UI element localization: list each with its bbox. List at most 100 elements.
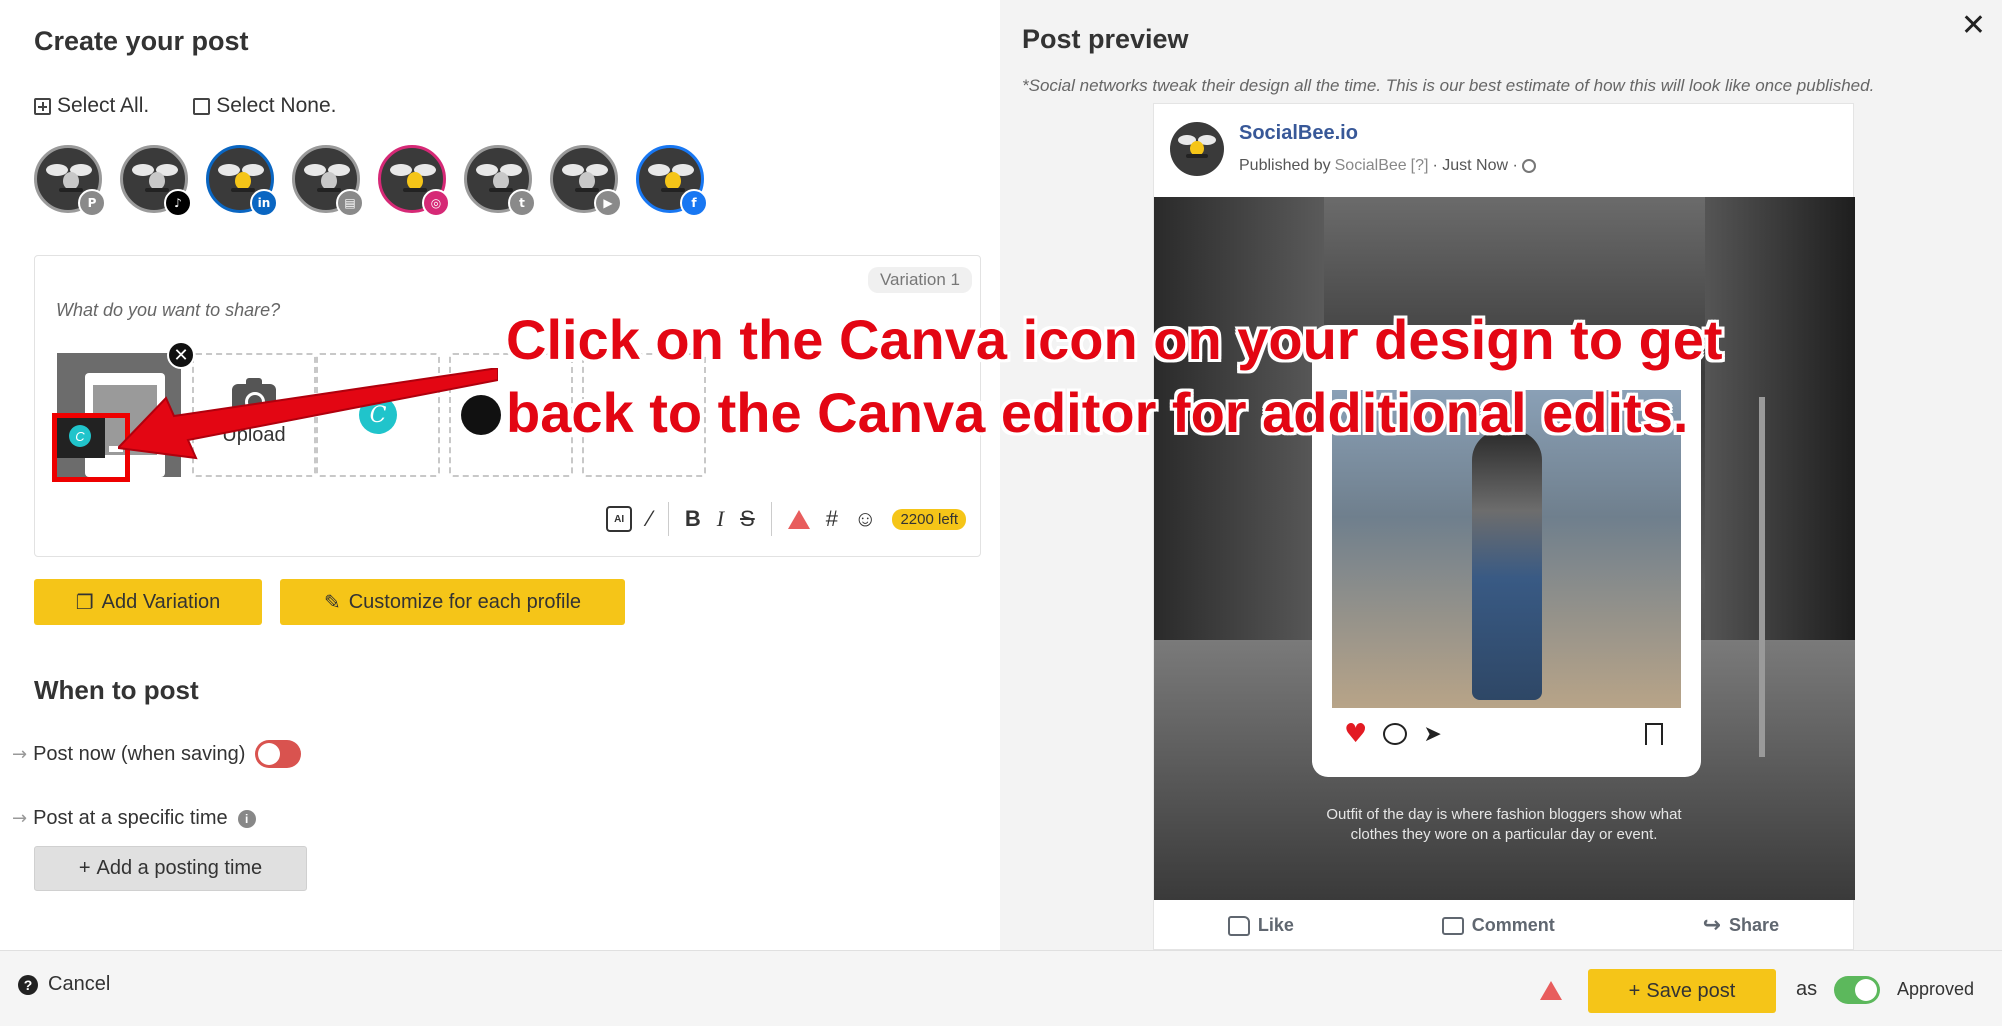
profile-avatar-linkedin[interactable]: in (206, 145, 278, 217)
warning-icon[interactable] (787, 509, 810, 529)
magic-wand-icon[interactable]: ⁄ (648, 508, 652, 530)
profile-avatar-tiktok[interactable]: ♪ (120, 145, 192, 217)
send-icon: ➤ (1423, 721, 1442, 747)
profile-avatar-instagram[interactable]: ◎ (378, 145, 450, 217)
add-posting-time-button[interactable]: + Add a posting time (34, 846, 307, 891)
post-meta: Published by SocialBee [?] · Just Now · (1239, 157, 1536, 175)
page-name[interactable]: SocialBee.io (1239, 122, 1358, 145)
arrow-right-icon: → (12, 743, 28, 765)
post-text-input[interactable]: What do you want to share? (56, 300, 280, 321)
info-icon[interactable]: i (237, 809, 256, 828)
composer-title: Create your post (34, 26, 249, 56)
post-now-toggle[interactable] (255, 740, 302, 768)
customize-label: Customize for each profile (348, 590, 582, 613)
linkedin-icon: in (250, 189, 278, 217)
bookmark-icon (1645, 723, 1663, 745)
add-variation-button[interactable]: ❐ Add Variation (34, 579, 262, 625)
like-label: Like (1257, 915, 1294, 935)
page-avatar (1170, 122, 1224, 176)
image-caption: Outfit of the day is where fashion blogg… (1326, 806, 1682, 844)
share-icon: ↪ (1702, 913, 1722, 938)
ai-assistant-icon[interactable]: AI (606, 506, 633, 532)
select-row: Select All. Select None. (34, 94, 336, 118)
customize-profile-button[interactable]: ✎ Customize for each profile (280, 579, 625, 625)
editor-toolbar: AI ⁄ B I S # ☺ 2200 left (606, 502, 966, 536)
profile-avatar-facebook[interactable]: f (636, 145, 708, 217)
like-button[interactable]: Like (1227, 915, 1294, 936)
youtube-icon: ▶ (594, 189, 622, 217)
cancel-button[interactable]: ? Cancel (18, 973, 110, 996)
remove-media-button[interactable]: ✕ (167, 341, 195, 369)
building-right (1705, 197, 1855, 717)
street-lamp (1759, 397, 1765, 757)
twitter-icon: t (508, 189, 536, 217)
toolbar-divider (667, 502, 669, 536)
post-image: ♥ ➤ Outfit of the day is where fashion b… (1154, 197, 1855, 900)
comment-label: Comment (1471, 915, 1555, 935)
when-to-post-title: When to post (34, 675, 199, 705)
profile-selector: P ♪ in ▤ ◎ t ▶ f (34, 145, 708, 217)
profile-avatar-google-business[interactable]: ▤ (292, 145, 364, 217)
arrow-right-icon: → (12, 808, 28, 829)
select-all-button[interactable]: Select All. (34, 94, 149, 118)
published-by-name: SocialBee (1334, 157, 1407, 174)
tiktok-icon: ♪ (164, 189, 192, 217)
post-actions: Like Comment ↪ Share (1154, 900, 1853, 951)
italic-button[interactable]: I (717, 508, 724, 530)
save-post-button[interactable]: + Save post (1588, 969, 1776, 1013)
add-posting-time-label: Add a posting time (96, 857, 263, 879)
pencil-icon: ✎ (323, 591, 341, 614)
pinterest-icon: P (78, 189, 106, 217)
instagram-icon: ◎ (422, 189, 450, 217)
bottom-bar: ? Cancel + Save post as Approved (0, 950, 2002, 1026)
share-label: Share (1729, 915, 1780, 935)
comment-bubble-icon (1383, 723, 1408, 745)
post-specific-option: → Post at a specific time i (12, 807, 256, 830)
square-icon (193, 97, 211, 115)
warning-icon[interactable] (1540, 981, 1562, 1000)
preview-panel: ✕ Post preview *Social networks tweak th… (1000, 0, 2002, 950)
profile-avatar-twitter[interactable]: t (464, 145, 536, 217)
annotation-text: Click on the Canva icon on your design t… (506, 308, 1723, 444)
profile-avatar-youtube[interactable]: ▶ (550, 145, 622, 217)
char-counter: 2200 left (892, 508, 966, 530)
plus-square-icon (34, 97, 51, 115)
emoji-button[interactable]: ☺ (854, 508, 876, 530)
add-variation-label: Add Variation (101, 590, 221, 613)
share-button[interactable]: ↪ Share (1703, 913, 1779, 938)
close-icon[interactable]: ✕ (1961, 8, 1986, 43)
annotation-arrow (118, 368, 498, 460)
profile-avatar-pinterest[interactable]: P (34, 145, 106, 217)
heart-icon: ♥ (1344, 719, 1368, 749)
save-post-label: Save post (1646, 979, 1736, 1002)
cancel-label: Cancel (48, 973, 111, 995)
comment-icon (1441, 916, 1464, 935)
post-now-option: → Post now (when saving) (12, 740, 302, 768)
approval-toggle[interactable] (1834, 976, 1880, 1004)
thumbs-up-icon (1227, 915, 1250, 936)
toolbar-divider (770, 502, 772, 536)
preview-note: *Social networks tweak their design all … (1022, 76, 1875, 95)
comment-button[interactable]: Comment (1441, 915, 1555, 936)
post-now-label: Post now (when saving) (33, 742, 246, 765)
bold-button[interactable]: B (685, 508, 701, 530)
ig-actions: ♥ ➤ (1344, 721, 1442, 747)
select-all-label: Select All. (57, 94, 150, 117)
plus-icon: + (78, 857, 91, 879)
hashtag-button[interactable]: # (826, 508, 838, 530)
variation-tag: Variation 1 (867, 267, 972, 293)
google-business-icon: ▤ (336, 189, 364, 217)
post-time: · Just Now · (1432, 157, 1518, 174)
preview-title: Post preview (1022, 24, 1189, 54)
post-header: SocialBee.io Published by SocialBee [?] … (1154, 104, 1853, 197)
plus-icon: + (1628, 979, 1641, 1002)
globe-icon (1521, 159, 1536, 173)
as-label: as (1796, 978, 1818, 1000)
strikethrough-button[interactable]: S (740, 508, 755, 530)
post-specific-label: Post at a specific time (33, 807, 228, 829)
approval-status: Approved (1897, 979, 1975, 999)
question-icon: ? (18, 974, 38, 995)
select-none-button[interactable]: Select None. (193, 94, 336, 118)
facebook-post-preview: SocialBee.io Published by SocialBee [?] … (1153, 103, 1855, 951)
help-link[interactable]: [?] (1411, 157, 1429, 175)
